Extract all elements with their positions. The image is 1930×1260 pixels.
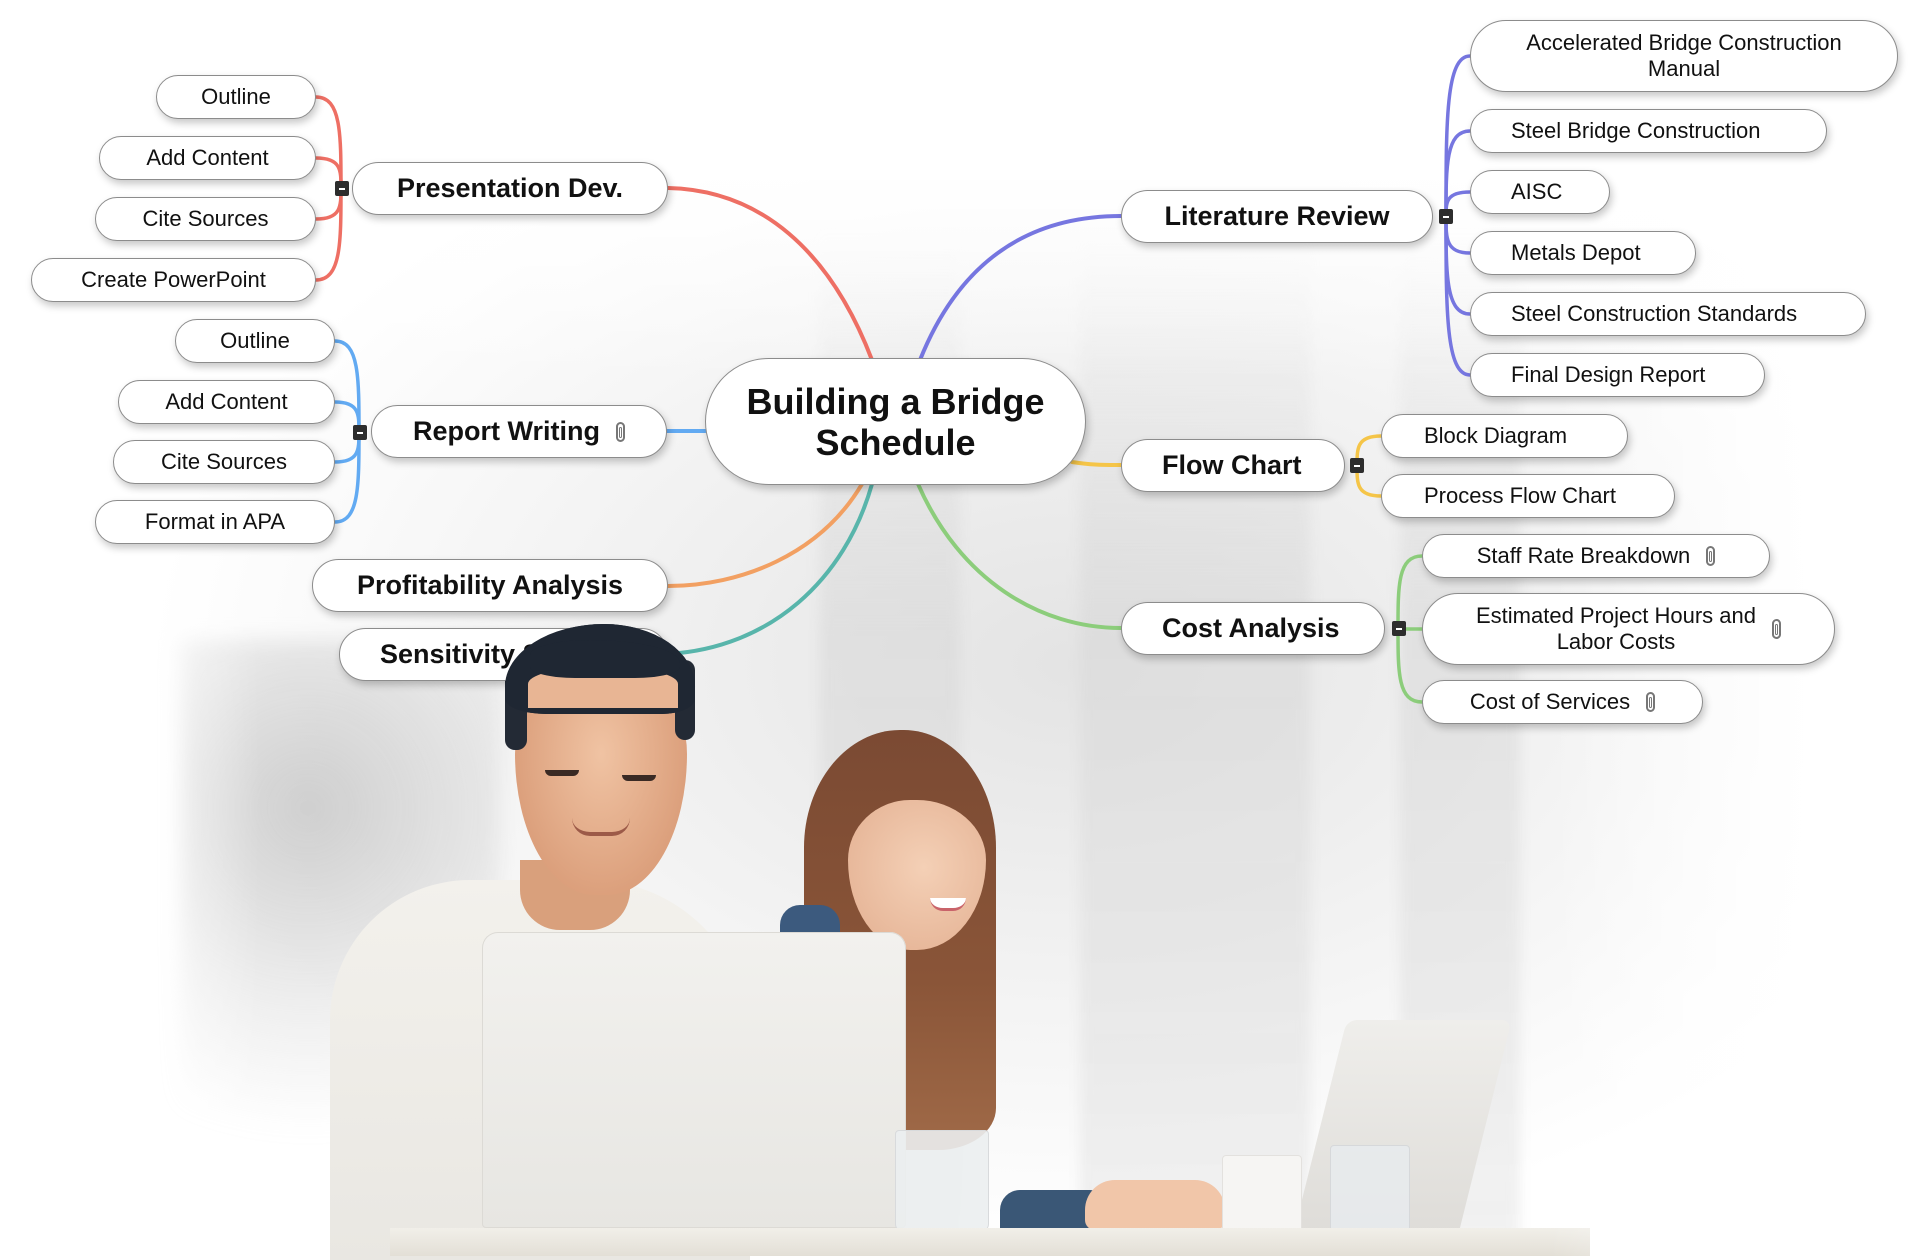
- subtopic-steel-bridge-construction[interactable]: Steel Bridge Construction: [1470, 109, 1827, 153]
- collapse-report-button[interactable]: [353, 425, 367, 440]
- subtopic-label: Cite Sources: [161, 449, 287, 474]
- subtopic-label: Add Content: [146, 145, 269, 170]
- topic-label: Flow Chart: [1162, 450, 1302, 480]
- subtopic-cite-sources[interactable]: Cite Sources: [113, 440, 335, 484]
- subtopic-process-flow-chart[interactable]: Process Flow Chart: [1381, 474, 1675, 518]
- topic-label: Cost Analysis: [1162, 613, 1340, 643]
- subtopic-add-content[interactable]: Add Content: [99, 136, 316, 180]
- topic-label: Presentation Dev.: [396, 173, 624, 203]
- subtopic-block-diagram[interactable]: Block Diagram: [1381, 414, 1628, 458]
- subtopic-label: Accelerated Bridge Construction Manual: [1526, 30, 1842, 81]
- subtopic-cite-sources[interactable]: Cite Sources: [95, 197, 316, 241]
- root-topic[interactable]: Building a Bridge Schedule: [705, 358, 1086, 485]
- man-eye: [545, 770, 579, 776]
- subtopic-accelerated-bridge-construction-manual[interactable]: Accelerated Bridge Construction Manual: [1470, 20, 1898, 92]
- collapse-literature-button[interactable]: [1439, 209, 1453, 224]
- window-frame: [1080, 230, 1310, 1240]
- topic-cost-analysis[interactable]: Cost Analysis: [1121, 602, 1385, 655]
- man-eye: [622, 775, 656, 781]
- subtopic-label: Steel Construction Standards: [1511, 301, 1798, 326]
- subtopic-label: Outline: [220, 328, 290, 353]
- subtopic-cost-of-services[interactable]: Cost of Services: [1422, 680, 1703, 724]
- subtopic-label: Cost of Services: [1469, 689, 1631, 714]
- subtopic-steel-construction-standards[interactable]: Steel Construction Standards: [1470, 292, 1866, 336]
- root-topic-label: Building a Bridge Schedule: [746, 380, 1045, 463]
- subtopic-add-content[interactable]: Add Content: [118, 380, 335, 424]
- topic-label: Literature Review: [1164, 201, 1390, 231]
- topic-label: Profitability Analysis: [356, 570, 624, 600]
- collapse-cost-button[interactable]: [1392, 621, 1406, 636]
- paperclip-icon[interactable]: [1772, 619, 1782, 639]
- topic-profitability-analysis[interactable]: Profitability Analysis: [312, 559, 668, 612]
- paperclip-icon[interactable]: [1706, 546, 1716, 566]
- topic-flow-chart[interactable]: Flow Chart: [1121, 439, 1345, 492]
- paperclip-icon[interactable]: [1646, 692, 1656, 712]
- topic-presentation-dev[interactable]: Presentation Dev.: [352, 162, 668, 215]
- topic-report-writing[interactable]: Report Writing: [371, 405, 667, 458]
- typing-hands: [1085, 1180, 1225, 1230]
- subtopic-final-design-report[interactable]: Final Design Report: [1470, 353, 1765, 397]
- subtopic-label: Format in APA: [144, 509, 286, 534]
- subtopic-label: Estimated Project Hours and Labor Costs: [1475, 603, 1757, 654]
- subtopic-outline[interactable]: Outline: [175, 319, 335, 363]
- collapse-presentation-button[interactable]: [335, 181, 349, 196]
- subtopic-format-in-apa[interactable]: Format in APA: [95, 500, 335, 544]
- subtopic-label: Create PowerPoint: [81, 267, 266, 292]
- subtopic-label: Cite Sources: [142, 206, 269, 231]
- subtopic-create-powerpoint[interactable]: Create PowerPoint: [31, 258, 316, 302]
- subtopic-estimated-project-hours[interactable]: Estimated Project Hours and Labor Costs: [1422, 593, 1835, 665]
- water-glass: [895, 1130, 989, 1232]
- paperclip-icon[interactable]: [615, 421, 625, 442]
- subtopic-aisc[interactable]: AISC: [1470, 170, 1610, 214]
- subtopic-label: Staff Rate Breakdown: [1476, 543, 1691, 568]
- laptop: [482, 932, 906, 1228]
- subtopic-label: Add Content: [165, 389, 288, 414]
- subtopic-label: Steel Bridge Construction: [1511, 118, 1761, 143]
- subtopic-staff-rate-breakdown[interactable]: Staff Rate Breakdown: [1422, 534, 1770, 578]
- subtopic-outline[interactable]: Outline: [156, 75, 316, 119]
- topic-literature-review[interactable]: Literature Review: [1121, 190, 1433, 243]
- collapse-flowchart-button[interactable]: [1350, 458, 1364, 473]
- subtopic-label: Final Design Report: [1511, 362, 1706, 387]
- subtopic-label: Outline: [201, 84, 271, 109]
- man-smile: [572, 818, 630, 836]
- subtopic-label: Block Diagram: [1424, 423, 1568, 448]
- table: [390, 1228, 1590, 1256]
- photo-fade: [0, 0, 260, 1256]
- subtopic-label: AISC: [1511, 179, 1563, 204]
- topic-label: Report Writing: [413, 416, 600, 446]
- subtopic-label: Process Flow Chart: [1424, 483, 1616, 508]
- subtopic-metals-depot[interactable]: Metals Depot: [1470, 231, 1696, 275]
- subtopic-label: Metals Depot: [1511, 240, 1641, 265]
